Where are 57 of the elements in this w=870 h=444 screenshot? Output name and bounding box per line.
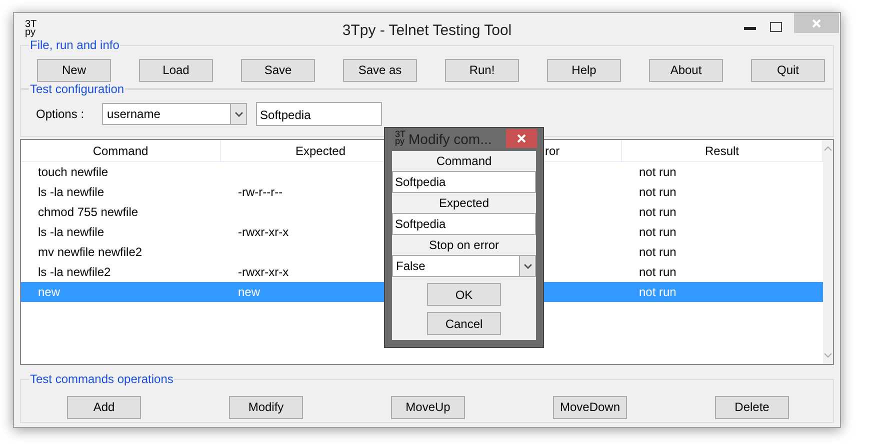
dropdown-caret-icon — [234, 112, 243, 116]
group-label: Test commands operations — [29, 372, 174, 386]
push-button[interactable]: Save — [241, 58, 315, 82]
table-cell: -rwxr-xr-x — [238, 225, 289, 239]
table-cell: new — [238, 285, 260, 299]
group-label: Test configuration — [29, 82, 126, 96]
app-icon: 3T py — [25, 21, 37, 37]
command-field[interactable]: Softpedia — [392, 171, 536, 193]
push-button[interactable]: Add — [67, 396, 141, 418]
table-cell: chmod 755 newfile — [38, 205, 138, 219]
table-cell: not run — [639, 265, 676, 279]
table-cell: not run — [639, 205, 676, 219]
close-icon — [812, 18, 821, 28]
close-icon — [517, 134, 526, 143]
group-label: File, run and info — [29, 38, 120, 52]
close-button[interactable] — [506, 129, 537, 148]
expected-field[interactable]: Softpedia — [392, 213, 536, 235]
push-button[interactable]: Save as — [343, 58, 417, 82]
scroll-up-icon[interactable] — [824, 146, 832, 151]
push-button[interactable]: Help — [547, 58, 621, 82]
push-button[interactable]: Quit — [751, 58, 825, 82]
value-field[interactable]: Softpedia — [256, 102, 382, 126]
table-cell: not run — [639, 185, 676, 199]
options-dropdown[interactable]: username — [102, 103, 248, 125]
scrollbar[interactable] — [823, 140, 833, 364]
table-cell: ls -la newfile — [38, 225, 104, 239]
table-cell: -rwxr-xr-x — [238, 265, 289, 279]
table-cell: not run — [639, 285, 676, 299]
push-button[interactable]: Load — [139, 58, 213, 82]
push-button[interactable]: MoveDown — [553, 396, 627, 418]
options-label: Options : — [36, 106, 84, 123]
window-title: 3Tpy - Telnet Testing Tool — [342, 21, 512, 41]
table-cell: not run — [639, 225, 676, 239]
push-button[interactable]: MoveUp — [391, 396, 465, 418]
push-button[interactable]: Delete — [715, 396, 789, 418]
column-header[interactable]: Command — [21, 140, 221, 161]
maximize-icon[interactable] — [770, 22, 782, 32]
table-cell: -rw-r--r-- — [238, 185, 283, 199]
push-button[interactable]: New — [37, 58, 111, 82]
table-cell: not run — [639, 165, 676, 179]
push-button[interactable]: Cancel — [427, 312, 501, 335]
push-button[interactable]: About — [649, 58, 723, 82]
table-cell: not run — [639, 245, 676, 259]
scroll-down-icon[interactable] — [824, 353, 832, 358]
table-cell: mv newfile newfile2 — [38, 245, 142, 259]
stop-on-error-label: Stop on error — [428, 237, 500, 254]
table-cell: touch newfile — [38, 165, 108, 179]
dropdown-caret-icon — [524, 264, 532, 268]
table-cell: ls -la newfile — [38, 185, 104, 199]
push-button[interactable]: OK — [427, 283, 501, 306]
command-label: Command — [436, 153, 492, 170]
push-button[interactable]: Run! — [445, 58, 519, 82]
table-cell: new — [38, 285, 60, 299]
expected-label: Expected — [438, 195, 490, 212]
push-button[interactable]: Modify — [229, 396, 303, 418]
stop-on-error-dropdown[interactable]: False — [392, 255, 536, 277]
table-cell: ls -la newfile2 — [38, 265, 111, 279]
